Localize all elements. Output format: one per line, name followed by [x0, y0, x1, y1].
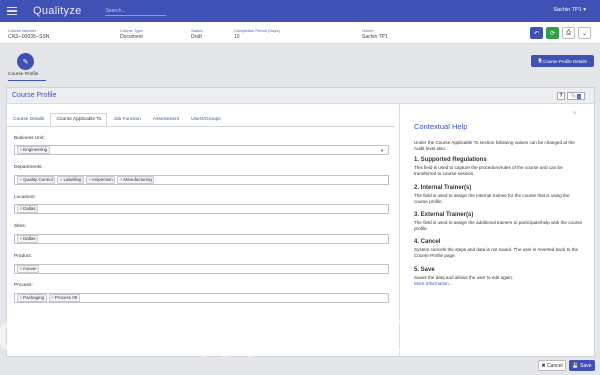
departments-select[interactable]: ×Quality Control ×Labelling ×Inspection … — [14, 175, 389, 185]
attachments-button[interactable]: 📎 0 — [567, 92, 585, 100]
footer-bar — [0, 357, 600, 375]
field-value: Sachin TP1 — [362, 34, 388, 40]
refresh-button[interactable]: ⟳ — [546, 27, 559, 39]
help-section: 5. Save Saves the data and allows the us… — [414, 267, 584, 288]
remove-icon[interactable]: × — [20, 177, 23, 182]
tab-job-function[interactable]: Job Function — [107, 113, 146, 126]
save-icon: 💾 — [572, 362, 579, 369]
field-value: CRS--00035--SSN — [8, 34, 50, 40]
tab-course-applicable-to[interactable]: Course Applicable To — [50, 113, 108, 126]
remove-icon[interactable]: × — [60, 177, 63, 182]
attachments-count: 0 — [577, 93, 582, 99]
tab-users-groups[interactable]: Users/Groups — [185, 113, 227, 126]
more-button[interactable]: ⌄ — [578, 27, 591, 39]
help-section: 4. Cancel System cancels the steps and d… — [414, 239, 579, 259]
field-status: Status Draft — [191, 28, 202, 40]
field-course-type: Course Type Document — [120, 28, 143, 40]
field-course-number: Course Number CRS--00035--SSN — [8, 28, 49, 40]
watermark: chnologycounter.co — [0, 297, 587, 365]
remove-icon[interactable]: × — [20, 266, 23, 271]
close-icon[interactable]: × — [573, 111, 577, 117]
form-tabs: Course Details Course Applicable To Job … — [7, 113, 227, 126]
save-button[interactable]: 💾 Save — [569, 360, 595, 371]
remove-icon[interactable]: × — [20, 236, 23, 241]
panel-title: Course Profile — [12, 92, 57, 99]
remove-icon[interactable]: × — [120, 177, 123, 182]
course-profile-details-button[interactable]: 🗎 Course Profile Details — [531, 55, 594, 67]
field-label: Course Type — [120, 28, 143, 33]
button-label: Course Profile Details — [543, 58, 587, 64]
product-select[interactable]: ×mouse — [14, 264, 389, 274]
remove-icon[interactable]: × — [20, 147, 23, 152]
undo-icon: ↶ — [533, 30, 540, 37]
help-section: 1. Supported Regulations This field is u… — [414, 157, 563, 177]
process-label: Process: — [14, 283, 33, 288]
chip[interactable]: ×Engineering — [17, 146, 50, 154]
chip[interactable]: ×Dallas — [17, 205, 39, 213]
locations-label: Locations: — [14, 195, 36, 200]
field-value: 10 — [234, 34, 240, 40]
paperclip-icon: 📎 — [570, 93, 577, 98]
chevron-down-icon: ⌄ — [581, 30, 588, 37]
locations-select[interactable]: ×Dallas — [14, 204, 389, 214]
record-header: Course Number CRS--00035--SSN Course Typ… — [0, 22, 600, 44]
print-icon: ⎙ — [566, 29, 571, 36]
product-label: Product: — [14, 254, 32, 259]
field-completion-period: Completion Period (Days) 10 — [234, 28, 280, 40]
remove-icon[interactable]: × — [89, 177, 92, 182]
panel-header: Course Profile — [7, 88, 594, 104]
app-logo[interactable]: Qualityze — [33, 5, 82, 17]
field-value: Draft — [191, 34, 202, 40]
chip[interactable]: ×Labelling — [57, 176, 85, 184]
field-label: Owner — [362, 28, 374, 33]
section-nav — [0, 44, 600, 82]
menu-icon[interactable] — [7, 7, 17, 15]
question-icon: ? — [559, 93, 563, 99]
help-button[interactable]: ? — [557, 92, 565, 100]
departments-label: Departments: — [14, 165, 43, 170]
business-unit-label: Business Unit: — [14, 136, 45, 141]
help-intro: Under the Course Applicable To section f… — [414, 140, 575, 152]
more-information-link[interactable]: More Information... — [414, 281, 584, 287]
print-button[interactable]: ⎙ — [562, 27, 575, 39]
field-label: Status — [191, 28, 203, 33]
search-input[interactable]: Search... — [104, 6, 166, 16]
tab-assessment[interactable]: Assessment — [147, 113, 185, 126]
chip[interactable]: ×Manufacturing — [117, 176, 155, 184]
help-section: 3. External Trainer(s) The field is used… — [414, 212, 583, 232]
field-label: Course Number — [8, 28, 37, 33]
refresh-icon: ⟳ — [549, 30, 556, 37]
chip[interactable]: ×Quality Control — [17, 176, 56, 184]
undo-button[interactable]: ↶ — [530, 27, 543, 39]
field-owner: Owner Sachin TP1 — [362, 28, 388, 40]
cancel-button[interactable]: ✖ Cancel — [538, 360, 566, 371]
help-title: Contextual Help — [414, 122, 468, 131]
sites-label: Sites: — [14, 224, 26, 229]
dropdown-caret-icon[interactable]: ▼ — [380, 148, 384, 153]
sites-select[interactable]: ×Dallas — [14, 234, 389, 244]
help-section: 2. Internal Trainer(s) The field is used… — [414, 185, 570, 205]
business-unit-select[interactable]: ×Engineering ▼ — [14, 145, 389, 155]
active-nav-indicator — [8, 80, 46, 81]
nav-course-profile[interactable]: Course Profile — [8, 72, 38, 77]
top-navbar: Qualityze Search... Sachin TP1 ▾ — [0, 0, 600, 22]
tab-course-details[interactable]: Course Details — [7, 113, 50, 126]
chip[interactable]: ×Dallas — [17, 235, 39, 243]
field-value: Document — [120, 34, 143, 40]
remove-icon[interactable]: × — [20, 206, 23, 211]
course-profile-icon[interactable]: ✎ — [17, 53, 34, 70]
chip[interactable]: ×Inspection — [86, 176, 116, 184]
tab-divider — [7, 126, 395, 127]
field-label: Completion Period (Days) — [234, 28, 280, 33]
user-menu[interactable]: Sachin TP1 ▾ — [553, 7, 586, 13]
close-icon: ✖ — [541, 362, 546, 369]
chip[interactable]: ×mouse — [17, 265, 40, 273]
